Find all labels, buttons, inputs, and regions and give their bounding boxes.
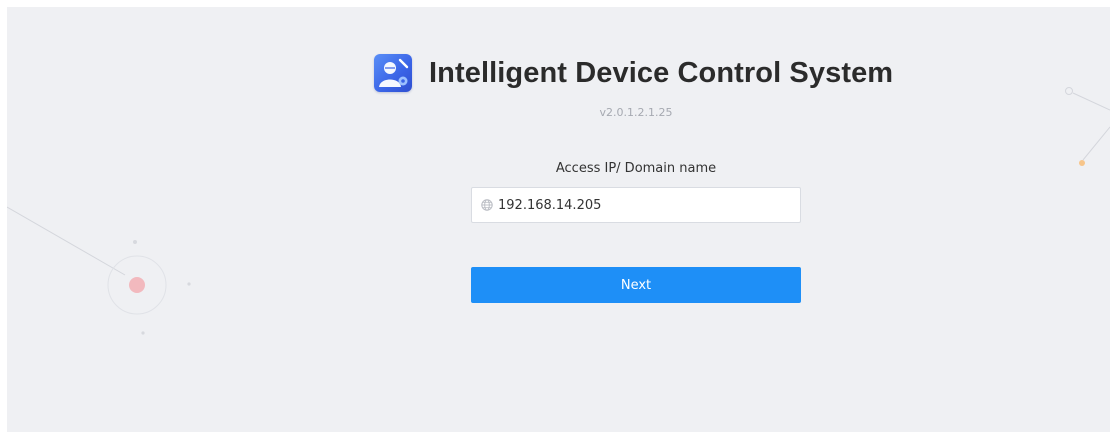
globe-icon [481,199,493,211]
decor-dot-orange [1079,160,1085,166]
address-input-container[interactable] [471,187,801,223]
decor-line-right-2 [1082,126,1110,161]
decor-dot-small-3 [141,331,145,335]
app-header: Intelligent Device Control System [374,52,893,94]
next-button[interactable]: Next [471,267,801,303]
address-input[interactable] [498,197,788,213]
page-title: Intelligent Device Control System [429,56,894,89]
address-field-label: Access IP/ Domain name [555,161,717,176]
decor-dot-small-2 [187,282,191,286]
decor-dot-red [129,277,145,293]
user-settings-icon [374,54,412,92]
decor-ring-right [1065,87,1073,95]
version-label: v2.0.1.2.1.25 [599,106,673,119]
login-page: Intelligent Device Control System v2.0.1… [7,7,1110,432]
decor-line-left [7,206,126,276]
decor-line-right-1 [1072,92,1110,111]
decor-dot-small-1 [133,240,137,244]
